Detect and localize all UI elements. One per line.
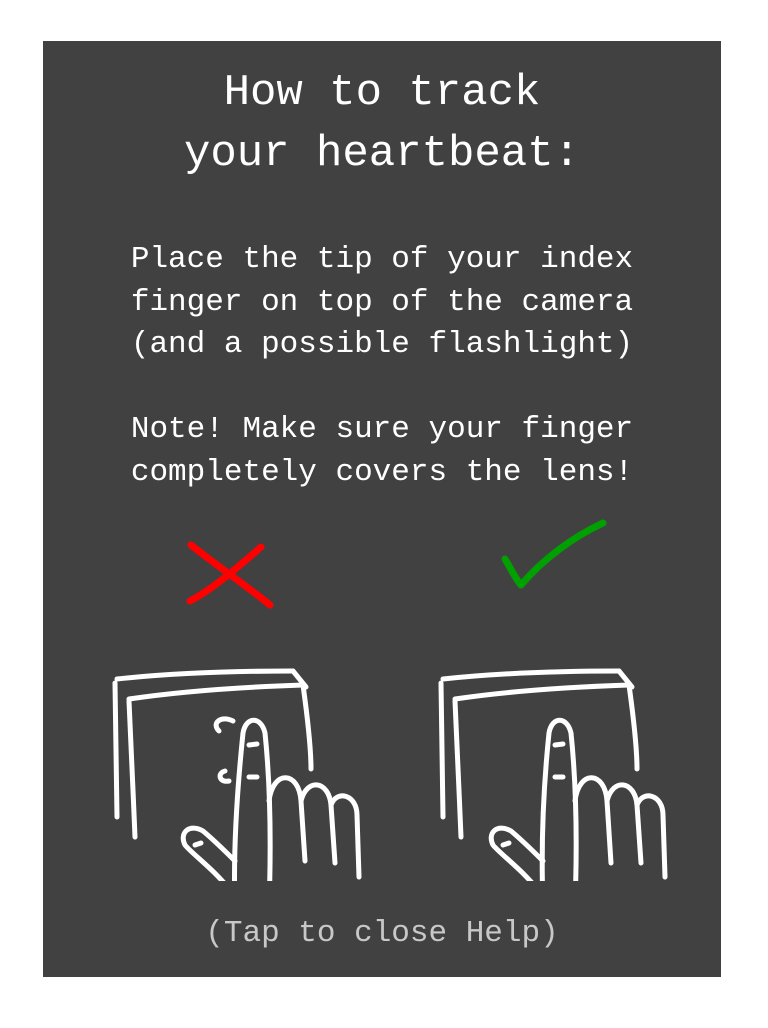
instruction-text: Place the tip of your index finger on to… bbox=[43, 239, 721, 367]
close-help-hint[interactable]: (Tap to close Help) bbox=[43, 913, 721, 955]
note-text: Note! Make sure your finger completely c… bbox=[43, 409, 721, 494]
instruction-line-3: (and a possible flashlight) bbox=[130, 327, 634, 362]
correct-placement-drawing bbox=[438, 668, 668, 881]
help-overlay[interactable]: How to track your heartbeat: Place the t… bbox=[43, 41, 721, 977]
note-line-2: completely covers the lens! bbox=[130, 454, 634, 490]
instruction-line-1: Place the tip of your index bbox=[130, 242, 634, 277]
help-title-line-1: How to track bbox=[223, 68, 541, 118]
finger-placement-illustration bbox=[43, 501, 721, 881]
red-x-icon bbox=[186, 541, 274, 609]
green-checkmark-icon bbox=[501, 519, 607, 589]
help-title: How to track your heartbeat: bbox=[43, 63, 721, 185]
instruction-line-2: finger on top of the camera bbox=[130, 284, 634, 320]
wrong-placement-drawing bbox=[112, 668, 362, 881]
note-line-1: Note! Make sure your finger bbox=[130, 412, 634, 447]
help-title-line-2: your heartbeat: bbox=[183, 129, 581, 179]
